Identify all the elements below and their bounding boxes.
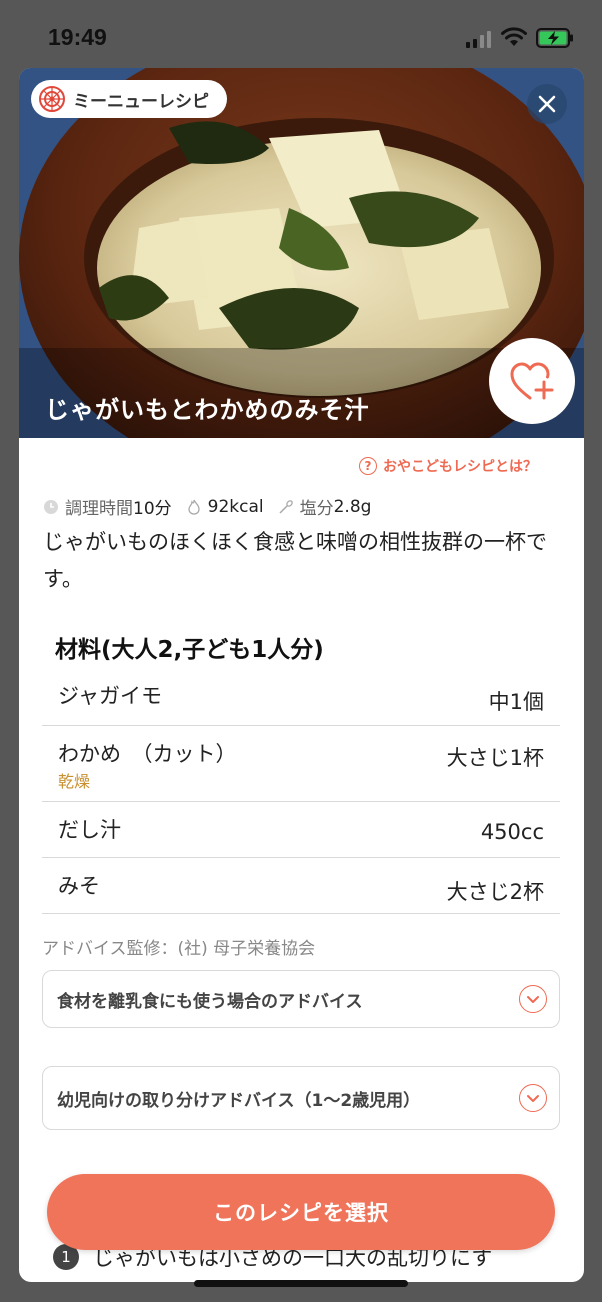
recipe-hero-image: ミーニューレシピ じゃがいもとわかめのみそ汁: [19, 68, 584, 438]
question-icon: ?: [359, 457, 377, 475]
recipe-sheet: ミーニューレシピ じゃがいもとわかめのみそ汁 ? おやこどもレシピとは？ 調理時…: [19, 68, 584, 1282]
recipe-title: じゃがいもとわかめのみそ汁: [45, 396, 370, 424]
cook-time-label: 調理時間: [65, 499, 133, 519]
ingredient-note: 乾燥: [58, 772, 91, 791]
ingredient-row: わかめ （カット） 乾燥 大さじ1杯: [42, 726, 560, 802]
heart-plus-icon: [510, 362, 554, 400]
select-recipe-button[interactable]: このレシピを選択: [47, 1174, 555, 1250]
recipe-description: じゃがいものほくほく食感と味噌の相性抜群の一杯です。: [43, 530, 547, 591]
accordion-label: 幼児向けの取り分けアドバイス（1〜2歳児用）: [57, 1090, 421, 1111]
cook-time-value: 10分: [133, 499, 172, 519]
baby-food-advice-accordion[interactable]: 食材を離乳食にも使う場合のアドバイス: [42, 970, 560, 1028]
chevron-down-icon: [519, 985, 547, 1013]
ingredient-name: みそ: [58, 874, 100, 898]
help-link[interactable]: ? おやこどもレシピとは？: [359, 456, 537, 476]
brand-logo-icon: [39, 86, 65, 112]
chevron-down-icon: [519, 1084, 547, 1112]
ingredient-amount: 450cc: [480, 820, 544, 844]
help-link-label: おやこどもレシピとは？: [383, 459, 537, 475]
ingredient-row: だし汁 450cc: [42, 802, 560, 858]
brand-badge: ミーニューレシピ: [31, 80, 227, 118]
ingredient-amount: 中1個: [488, 690, 544, 714]
ingredient-amount: 大さじ1杯: [446, 746, 544, 770]
calories-value: 92kcal: [207, 496, 264, 517]
clock-icon: [44, 499, 58, 514]
close-icon: [538, 95, 556, 113]
accordion-label: 食材を離乳食にも使う場合のアドバイス: [57, 991, 363, 1012]
ingredient-name: わかめ （カット）: [58, 742, 237, 766]
recipe-meta: 調理時間 10分 92kcal 塩分 2.8g: [43, 494, 371, 519]
salt-value: 2.8g: [333, 496, 372, 517]
ingredient-name: だし汁: [58, 818, 121, 842]
wifi-icon: [501, 27, 527, 46]
add-favorite-button[interactable]: [489, 338, 575, 424]
close-button[interactable]: [527, 84, 567, 124]
status-time: 19:49: [48, 24, 107, 50]
salt-label: 塩分: [299, 499, 334, 519]
ingredient-row: ジャガイモ 中1個: [42, 668, 560, 726]
cellular-signal-icon: [466, 30, 491, 48]
flame-icon: [187, 499, 200, 515]
ingredient-row: みそ 大さじ2杯: [42, 858, 560, 914]
battery-charging-icon: [536, 28, 573, 48]
status-bar: 19:49: [0, 0, 602, 70]
ingredients-title: 材料(大人2,子ども1人分): [55, 637, 324, 663]
ingredient-name: ジャガイモ: [58, 684, 162, 708]
advice-credit: アドバイス監修：(社) 母子栄養協会: [42, 939, 316, 959]
home-indicator: [194, 1280, 408, 1287]
spoon-icon: [279, 499, 293, 514]
toddler-advice-accordion[interactable]: 幼児向けの取り分けアドバイス（1〜2歳児用）: [42, 1066, 560, 1130]
ingredients-list: ジャガイモ 中1個 わかめ （カット） 乾燥 大さじ1杯 だし汁 450cc み…: [42, 668, 560, 914]
brand-name: ミーニューレシピ: [73, 91, 209, 112]
ingredient-amount: 大さじ2杯: [446, 880, 544, 904]
